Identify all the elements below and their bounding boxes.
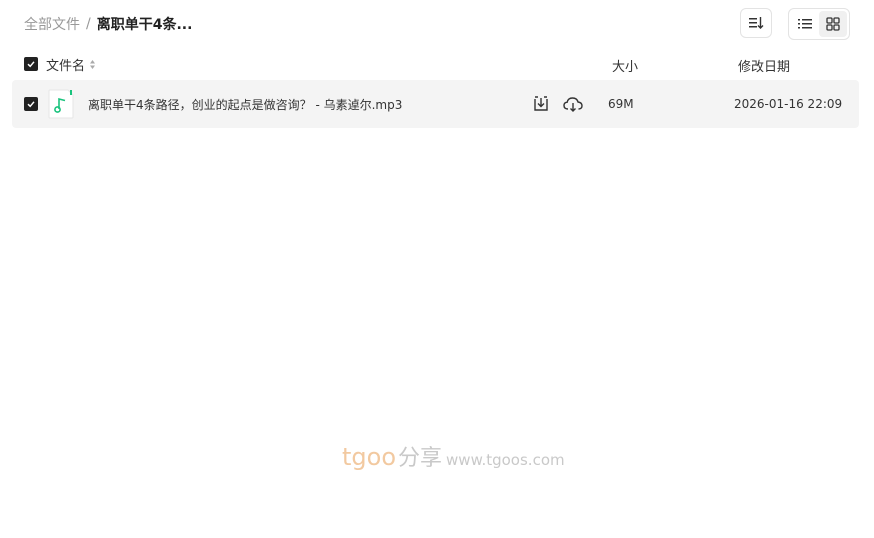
sort-arrows-icon	[90, 60, 96, 69]
size-column-header: 大小	[612, 60, 639, 75]
audio-file-icon	[48, 89, 74, 119]
table-header: 文件名 大小 修改日期	[12, 52, 859, 76]
breadcrumb-separator: /	[86, 16, 91, 32]
watermark-cn: 分享	[398, 446, 443, 471]
breadcrumb-root-link[interactable]: 全部文件	[24, 14, 80, 34]
view-controls	[740, 8, 850, 40]
breadcrumb-current: 离职单干4条...	[96, 17, 193, 33]
check-icon	[27, 61, 35, 68]
list-view-icon	[798, 19, 812, 29]
watermark: tgoo 分享 www.tgoos.com	[342, 440, 565, 472]
watermark-brand: tgoo	[342, 443, 397, 471]
watermark-url: www.tgoos.com	[446, 451, 565, 469]
sort-icon	[749, 17, 764, 29]
sort-button[interactable]	[740, 8, 772, 38]
select-all-checkbox[interactable]	[24, 57, 38, 71]
view-toggle	[788, 8, 850, 40]
name-column-header[interactable]: 文件名	[46, 55, 96, 74]
date-column-header: 修改日期	[738, 60, 791, 75]
file-date: 2026-01-16 22:09	[734, 97, 843, 111]
grid-view-button[interactable]	[819, 11, 847, 37]
file-name[interactable]: 离职单干4条路径，创业的起点是做咨询？ - 乌素逴尔.mp3	[88, 96, 402, 113]
list-view-button[interactable]	[791, 11, 819, 37]
check-icon	[27, 101, 35, 108]
table-row[interactable]: 离职单干4条路径，创业的起点是做咨询？ - 乌素逴尔.mp3 69M 2026-…	[12, 80, 859, 128]
breadcrumb: 全部文件 / 离职单干4条...	[24, 14, 192, 34]
download-icon[interactable]	[532, 95, 550, 113]
name-header-label: 文件名	[46, 59, 86, 74]
file-size: 69M	[608, 97, 634, 111]
grid-view-icon	[826, 17, 840, 31]
cloud-save-icon[interactable]	[563, 95, 583, 113]
row-checkbox[interactable]	[24, 97, 38, 111]
